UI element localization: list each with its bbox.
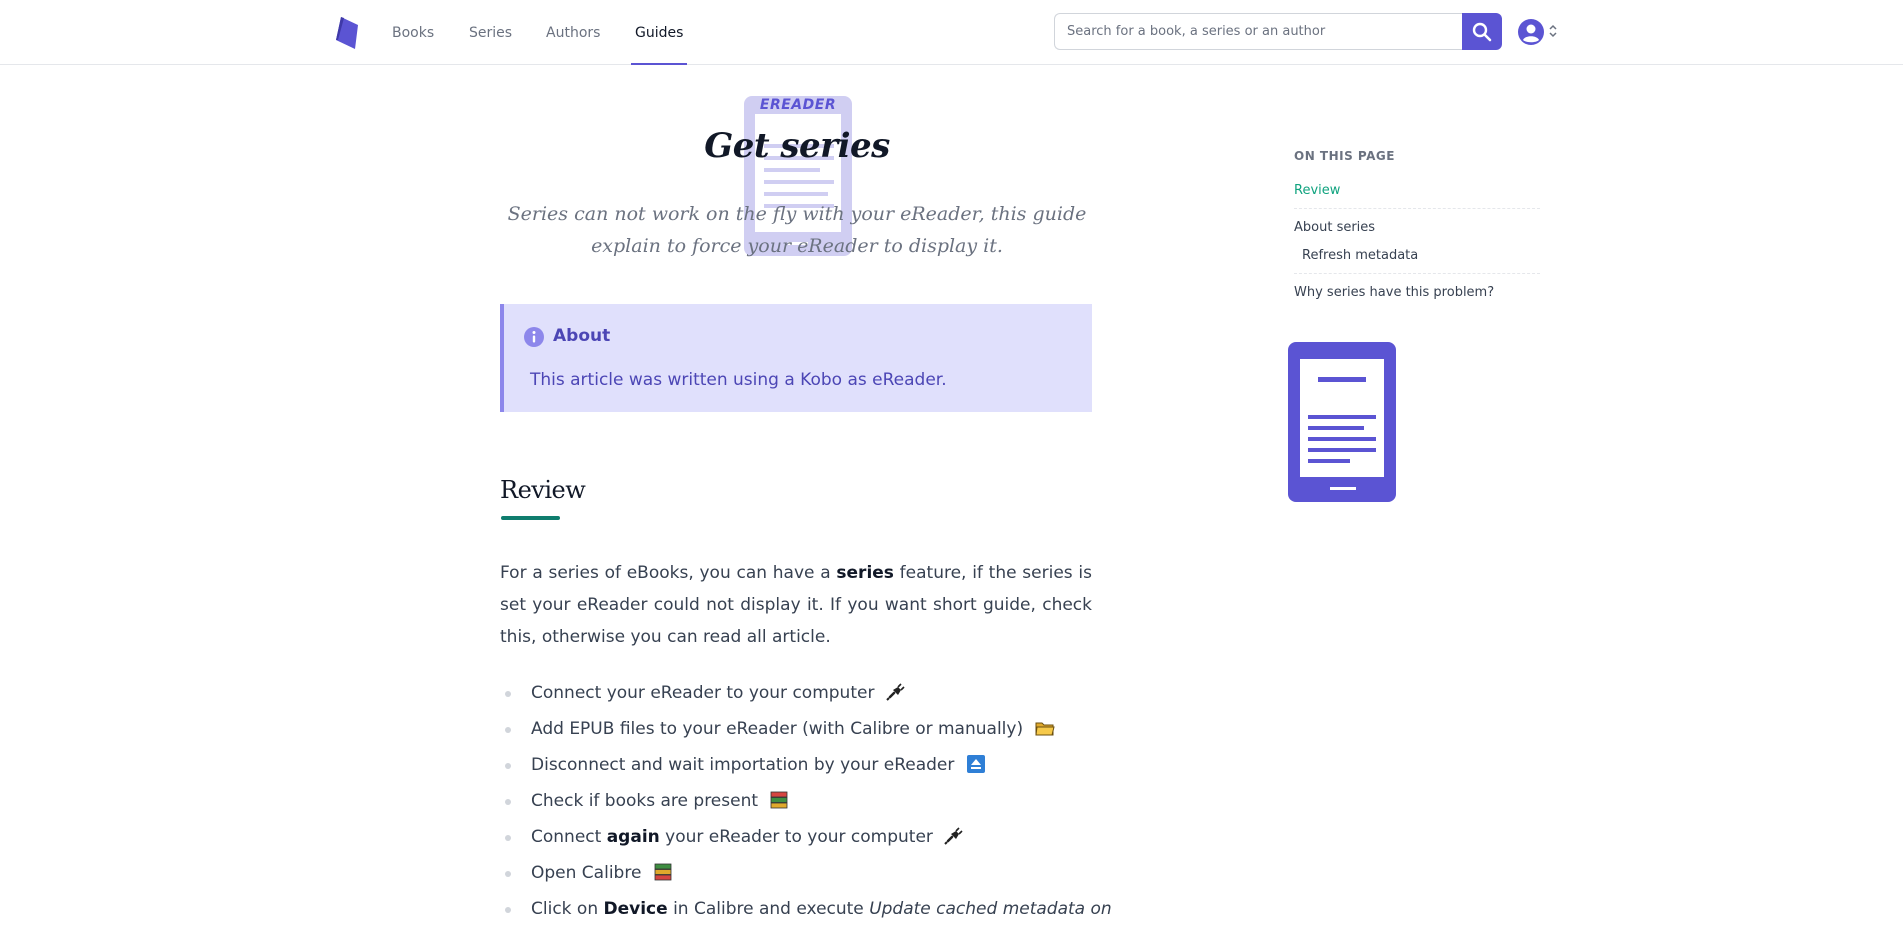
step-bold-text: Device xyxy=(603,899,668,919)
about-callout: About This article was written using a K… xyxy=(500,304,1092,412)
step-text: Connect your eReader to your computer xyxy=(531,683,875,703)
page-subtitle: Series can not work on the fly with your… xyxy=(507,203,1087,257)
toc-link-why-series-problem[interactable]: Why series have this problem? xyxy=(1294,284,1494,302)
section-heading-review: Review xyxy=(500,476,586,504)
top-navbar: Books Series Authors Guides xyxy=(0,0,1903,65)
hero-label: EREADER xyxy=(759,97,837,113)
nav-series[interactable]: Series xyxy=(469,0,512,64)
step-text: Check if books are present xyxy=(531,791,759,811)
search-input[interactable] xyxy=(1055,14,1462,49)
list-item: Connect again your eReader to your compu… xyxy=(500,822,1100,858)
info-icon xyxy=(524,327,544,347)
books-icon xyxy=(771,791,788,809)
user-avatar-icon[interactable] xyxy=(1518,19,1544,45)
step-text: Disconnect and wait importation by your … xyxy=(531,755,955,775)
list-item: Open Calibre xyxy=(500,858,1100,894)
plug-icon xyxy=(944,827,963,845)
steps-list: Connect your eReader to your computer Ad… xyxy=(500,678,1112,930)
paragraph-text: For a series of eBooks, you can have a xyxy=(500,563,837,583)
toc-title: ON THIS PAGE xyxy=(1294,149,1395,163)
step-text: Open Calibre xyxy=(531,863,642,883)
ereader-illustration-icon xyxy=(1288,342,1396,502)
list-item: Connect your eReader to your computer xyxy=(500,678,1100,714)
step-text: Add EPUB files to your eReader (with Cal… xyxy=(531,719,1024,739)
nav-books[interactable]: Books xyxy=(392,0,434,64)
chevron-up-down-icon[interactable] xyxy=(1548,22,1558,40)
toc-link-refresh-metadata[interactable]: Refresh metadata xyxy=(1302,247,1418,265)
callout-text: This article was written using a Kobo as… xyxy=(530,370,947,390)
list-item: Check if books are present xyxy=(500,786,1100,822)
list-item: Disconnect and wait importation by your … xyxy=(500,750,1100,786)
search-field xyxy=(1054,13,1462,50)
search-icon xyxy=(1472,22,1492,41)
search-button[interactable] xyxy=(1462,13,1502,50)
list-item: Add EPUB files to your eReader (with Cal… xyxy=(500,714,1100,750)
toc-link-review[interactable]: Review xyxy=(1294,182,1340,200)
review-paragraph: For a series of eBooks, you can have a s… xyxy=(500,557,1092,653)
toc-divider xyxy=(1294,208,1540,209)
callout-title: About xyxy=(553,326,611,346)
step-bold-text: again xyxy=(606,827,660,847)
heading-underline xyxy=(501,516,560,520)
nav-authors[interactable]: Authors xyxy=(546,0,600,64)
nav-guides[interactable]: Guides xyxy=(630,0,688,65)
paragraph-bold-text: series xyxy=(836,563,894,583)
page-title: Get series xyxy=(704,126,890,166)
toc-link-about-series[interactable]: About series xyxy=(1294,219,1375,237)
step-text: your eReader to your computer xyxy=(659,827,933,847)
toc-divider xyxy=(1294,273,1540,274)
step-text: Click on xyxy=(531,899,604,919)
folder-icon xyxy=(1034,722,1055,736)
step-italic-text: Update cached metadata on xyxy=(869,899,1112,919)
step-text: in Calibre and execute xyxy=(667,899,870,919)
plug-icon xyxy=(886,683,905,701)
step-text: Connect xyxy=(531,827,607,847)
logo-book-icon[interactable] xyxy=(332,15,364,51)
eject-icon xyxy=(966,755,985,773)
books-icon xyxy=(654,863,672,881)
list-item: Click on Device in Calibre and execute U… xyxy=(500,894,1112,930)
